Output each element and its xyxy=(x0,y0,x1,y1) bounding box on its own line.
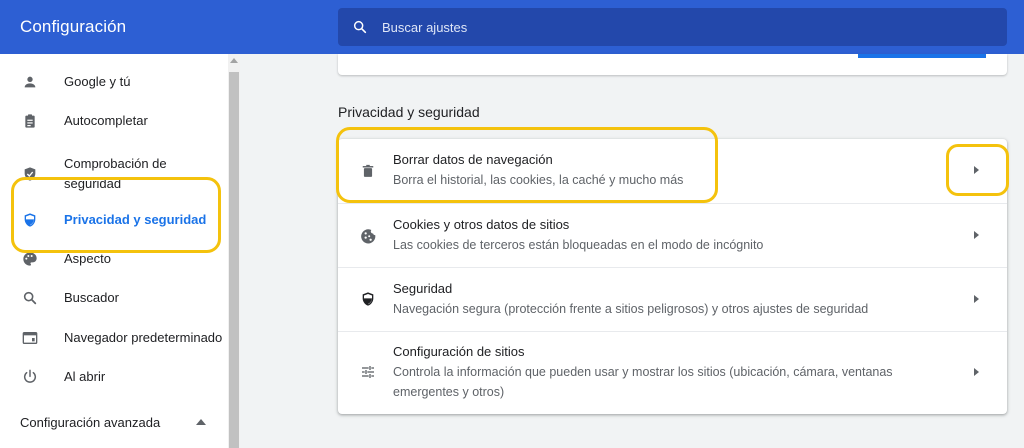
cookie-icon xyxy=(358,225,378,245)
sidebar-item-label: Google y tú xyxy=(64,74,131,89)
scrollbar-thumb[interactable] xyxy=(229,72,239,448)
search-icon xyxy=(21,289,39,307)
chevron-right-icon[interactable] xyxy=(974,231,980,241)
row-title: Cookies y otros datos de sitios xyxy=(393,217,570,232)
chevron-right-icon[interactable] xyxy=(974,295,980,305)
site-settings-row[interactable]: Configuración de sitios Controla la info… xyxy=(338,331,1007,414)
previous-section-button[interactable] xyxy=(858,54,986,58)
sidebar-item-google[interactable]: Google y tú xyxy=(0,62,228,102)
sidebar-item-label: Navegador predeterminado xyxy=(64,330,223,345)
shield-icon xyxy=(358,289,378,309)
sidebar-item-default-browser[interactable]: Navegador predeterminado xyxy=(0,318,228,358)
clipboard-icon xyxy=(21,112,39,130)
row-description: Navegación segura (protección frente a s… xyxy=(393,302,869,316)
row-title: Seguridad xyxy=(393,281,453,296)
search-box[interactable] xyxy=(338,8,1007,46)
sidebar-item-autofill[interactable]: Autocompletar xyxy=(0,101,228,141)
power-icon xyxy=(21,368,39,386)
page-title: Configuración xyxy=(20,17,127,36)
previous-section-card xyxy=(338,54,1007,75)
sidebar-scrollbar[interactable] xyxy=(228,54,240,448)
scroll-up-arrow-icon[interactable] xyxy=(230,58,238,63)
search-input[interactable] xyxy=(382,8,982,46)
row-title: Configuración de sitios xyxy=(393,344,525,359)
sidebar-item-label: Buscador xyxy=(64,290,119,305)
app-header: Configuración xyxy=(0,0,1024,54)
row-description: Las cookies de terceros están bloqueadas… xyxy=(393,238,764,252)
row-description: Controla la información que pueden usar … xyxy=(393,365,893,399)
search-icon xyxy=(353,20,367,34)
highlight-privacy-sidebar xyxy=(11,177,221,253)
cookies-row[interactable]: Cookies y otros datos de sitios Las cook… xyxy=(338,203,1007,267)
advanced-settings-toggle[interactable]: Configuración avanzada xyxy=(20,415,160,430)
section-title: Privacidad y seguridad xyxy=(338,104,480,120)
person-icon xyxy=(21,73,39,91)
highlight-arrow xyxy=(946,144,1009,196)
security-row[interactable]: Seguridad Navegación segura (protección … xyxy=(338,267,1007,331)
sidebar-item-label: Al abrir xyxy=(64,369,106,384)
sidebar-item-label: Autocompletar xyxy=(64,113,148,128)
sidebar-item-search-engine[interactable]: Buscador xyxy=(0,278,228,318)
highlight-clear-data xyxy=(336,127,718,203)
sidebar-item-on-startup[interactable]: Al abrir xyxy=(0,357,228,397)
browser-icon xyxy=(21,329,39,347)
chevron-right-icon[interactable] xyxy=(974,368,980,378)
sliders-icon xyxy=(358,362,378,382)
caret-up-icon[interactable] xyxy=(196,419,206,425)
